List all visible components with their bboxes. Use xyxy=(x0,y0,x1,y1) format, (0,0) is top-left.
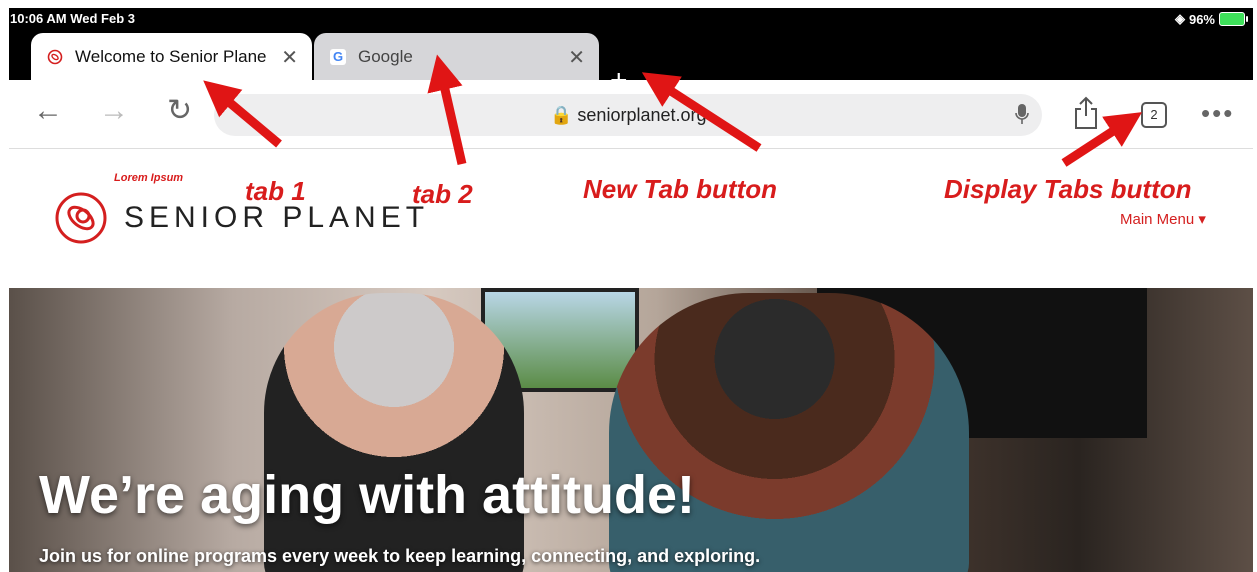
tab-senior-planet[interactable]: Welcome to Senior Plane ✕ xyxy=(31,33,312,80)
reload-icon[interactable]: ↻ xyxy=(167,96,192,126)
address-bar[interactable]: 🔒 seniorplanet.org xyxy=(214,94,1042,136)
share-icon[interactable] xyxy=(1072,96,1100,130)
photo-woman xyxy=(264,293,524,572)
tab-bar: Welcome to Senior Plane ✕ G Google ✕ + xyxy=(9,30,1253,96)
browser-toolbar: ← → ↻ 🔒 seniorplanet.org 2 ••• xyxy=(9,80,1253,149)
site-logo[interactable]: SENIOR PLANET xyxy=(54,191,429,245)
tab-title: Google xyxy=(358,46,413,66)
hero-subtitle: Join us for online programs every week t… xyxy=(39,546,761,566)
browser-frame: 10:06 AM Wed Feb 3 ◈ 96% Welcome to Seni… xyxy=(9,8,1253,572)
annotation-lorem: Lorem Ipsum xyxy=(114,172,184,184)
status-time: 10:06 AM Wed Feb 3 xyxy=(10,11,135,26)
annotation-new-tab: New Tab button xyxy=(583,174,778,204)
close-tab-icon[interactable]: ✕ xyxy=(568,45,585,70)
annotation-display-tabs: Display Tabs button xyxy=(944,174,1192,204)
google-favicon-icon: G xyxy=(330,48,346,65)
url-text: 🔒 seniorplanet.org xyxy=(550,105,707,125)
hero-banner: We’re aging with attitude! Join us for o… xyxy=(9,288,1253,572)
status-right: ◈ 96% xyxy=(1174,11,1248,27)
tab-title: Welcome to Senior Plane xyxy=(75,46,267,66)
hero-title: We’re aging with attitude! xyxy=(39,465,696,525)
battery-percent: 96% xyxy=(1188,11,1215,27)
close-tab-icon[interactable]: ✕ xyxy=(281,45,298,70)
annotation-tab-1: tab 1 xyxy=(245,176,306,206)
forward-arrow-icon[interactable]: → xyxy=(99,96,129,126)
photo-man xyxy=(609,293,969,572)
main-menu-link[interactable]: Main Menu ▾ xyxy=(1120,210,1206,228)
back-arrow-icon[interactable]: ← xyxy=(33,96,63,126)
display-tabs-button[interactable]: 2 xyxy=(1141,102,1167,128)
wifi-icon: ◈ xyxy=(1174,11,1185,26)
more-icon[interactable]: ••• xyxy=(1201,98,1234,129)
senior-planet-logo-icon xyxy=(55,192,107,244)
status-bar: 10:06 AM Wed Feb 3 ◈ 96% xyxy=(9,8,1253,30)
mic-icon[interactable] xyxy=(1014,103,1030,125)
senior-planet-favicon-icon xyxy=(47,49,63,64)
annotation-tab-2: tab 2 xyxy=(412,179,473,209)
url-value: seniorplanet.org xyxy=(577,105,707,125)
tab-google[interactable]: G Google ✕ xyxy=(314,33,599,80)
battery-icon xyxy=(1219,12,1248,26)
